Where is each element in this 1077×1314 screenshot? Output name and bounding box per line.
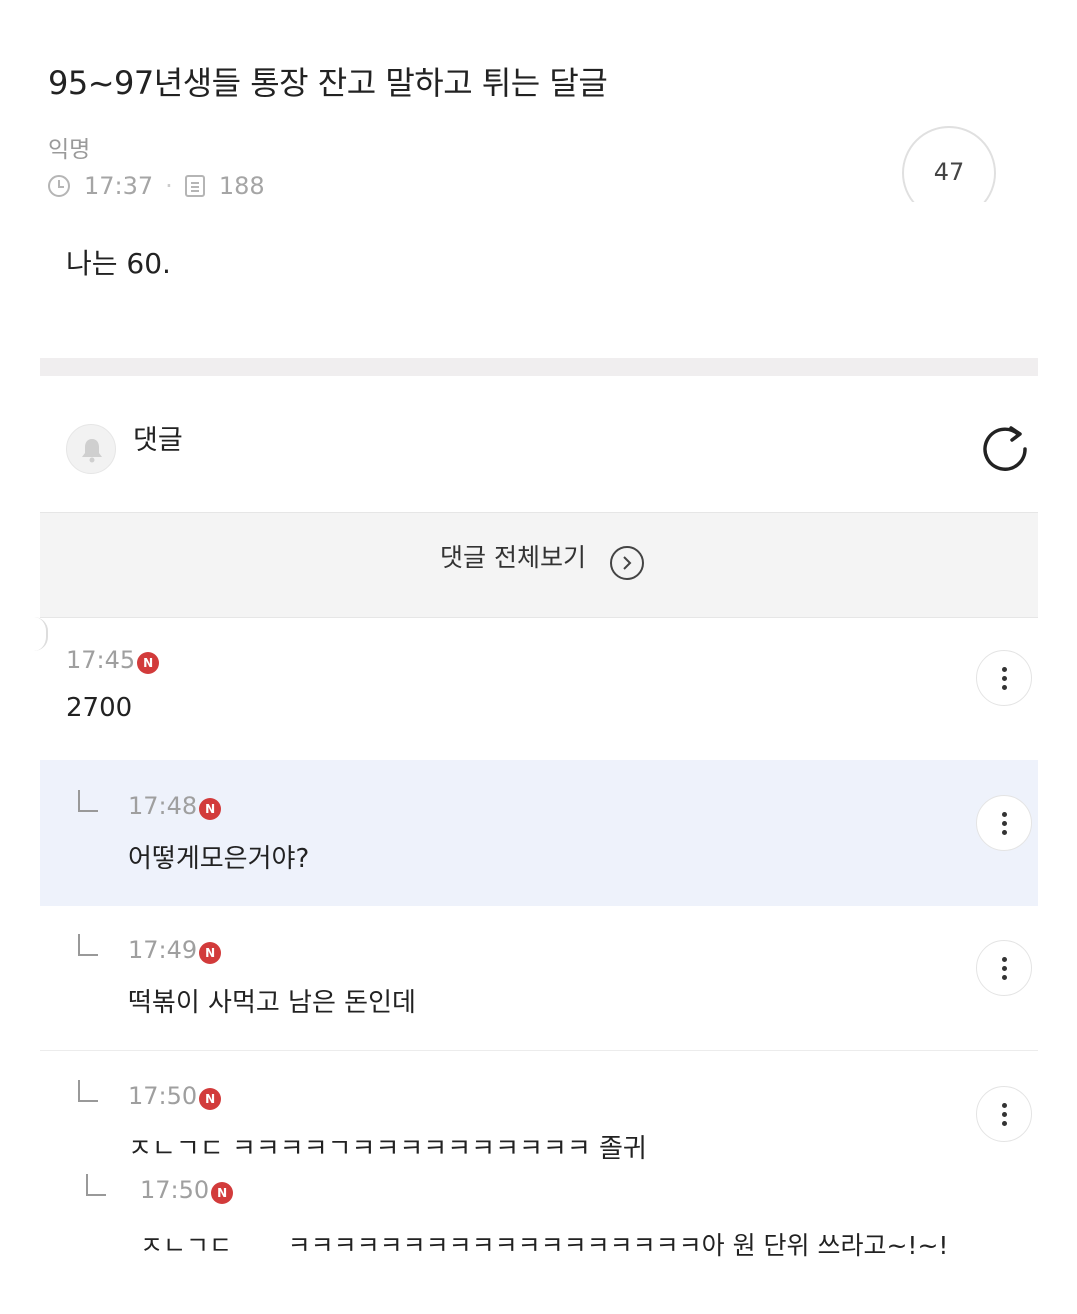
comment-time: 17:49 <box>128 936 198 964</box>
more-dot-icon <box>1001 1111 1007 1117</box>
new-badge: N <box>199 1088 222 1110</box>
comment-text: ㅈㄴㄱㄷ ㅋㅋㅋㅋㄱㅋㅋㅋㅋㅋㅋㅋㅋㅋㅋ 졸귀 <box>128 1134 647 1164</box>
comment-separator <box>40 1050 1038 1051</box>
new-badge: N <box>211 1182 234 1204</box>
reply-arrow-icon <box>78 790 98 812</box>
bell-icon <box>82 439 102 463</box>
reply-arrow-icon <box>78 1080 98 1102</box>
more-dot-icon <box>1001 974 1007 980</box>
comment-time: 17:48 <box>128 792 198 820</box>
comment-time: 17:50 <box>140 1176 210 1204</box>
more-dot-icon <box>1001 1102 1007 1108</box>
more-dot-icon <box>1001 829 1007 835</box>
views-icon <box>184 175 205 197</box>
comment-time-row: 17:45 N <box>66 646 160 674</box>
reply-arrow-icon <box>86 1174 106 1196</box>
more-dot-icon <box>1001 684 1007 690</box>
post-time: 17:37 <box>84 172 154 200</box>
more-dot-icon <box>1001 811 1007 817</box>
comment-time-row: 17:50 N <box>140 1176 234 1204</box>
more-dot-icon <box>1001 1120 1007 1126</box>
scroll-edge-indicator <box>34 617 48 651</box>
new-badge: N <box>137 652 160 674</box>
comments-title: 댓글 <box>133 425 183 456</box>
comment-time-row: 17:50 N <box>128 1082 222 1110</box>
comment-more-button[interactable] <box>976 650 1032 706</box>
view-all-comments-label[interactable]: 댓글 전체보기 <box>440 538 586 574</box>
comment-time-row: 17:49 N <box>128 936 222 964</box>
author-name: 익명 <box>48 137 91 163</box>
comment-time: 17:45 <box>66 646 136 674</box>
new-badge: N <box>199 798 222 820</box>
meta-separator: · <box>165 172 173 200</box>
comment-text: 어떻게모은거야? <box>128 844 310 874</box>
comment-time-row: 17:48 N <box>128 792 222 820</box>
more-dot-icon <box>1001 965 1007 971</box>
post-meta: 17:37 · 188 <box>48 172 265 200</box>
refresh-button[interactable] <box>978 422 1032 480</box>
more-dot-icon <box>1001 956 1007 962</box>
comment-more-button[interactable] <box>976 940 1032 996</box>
comment-highlight-row <box>40 760 1038 906</box>
more-dot-icon <box>1001 666 1007 672</box>
like-count: 47 <box>933 158 965 186</box>
more-dot-icon <box>1001 675 1007 681</box>
post-title: 95~97년생들 통장 잔고 말하고 튀는 달글 <box>48 64 608 102</box>
notification-toggle[interactable] <box>66 424 116 474</box>
more-dot-icon <box>1001 820 1007 826</box>
comment-time: 17:50 <box>128 1082 198 1110</box>
like-button-mask <box>880 202 1020 242</box>
comment-text: 떡볶이 사먹고 남은 돈인데 <box>128 988 416 1018</box>
comment-more-button[interactable] <box>976 795 1032 851</box>
view-count: 188 <box>218 172 265 200</box>
comment-text: ㅈㄴㄱㄷ ㅋㅋㅋㅋㅋㅋㅋㅋㅋㅋㅋㅋㅋㅋㅋㅋㅋㅋ아 원 단위 쓰라고~!~! <box>140 1231 949 1260</box>
section-divider <box>40 358 1038 376</box>
refresh-icon <box>983 426 1027 471</box>
new-badge: N <box>199 942 222 964</box>
comment-text: 2700 <box>66 693 133 723</box>
post-body: 나는 60. <box>66 247 171 280</box>
clock-icon <box>48 175 70 197</box>
reply-arrow-icon <box>78 934 98 956</box>
chevron-right-icon[interactable] <box>610 546 644 580</box>
comment-more-button[interactable] <box>976 1086 1032 1142</box>
